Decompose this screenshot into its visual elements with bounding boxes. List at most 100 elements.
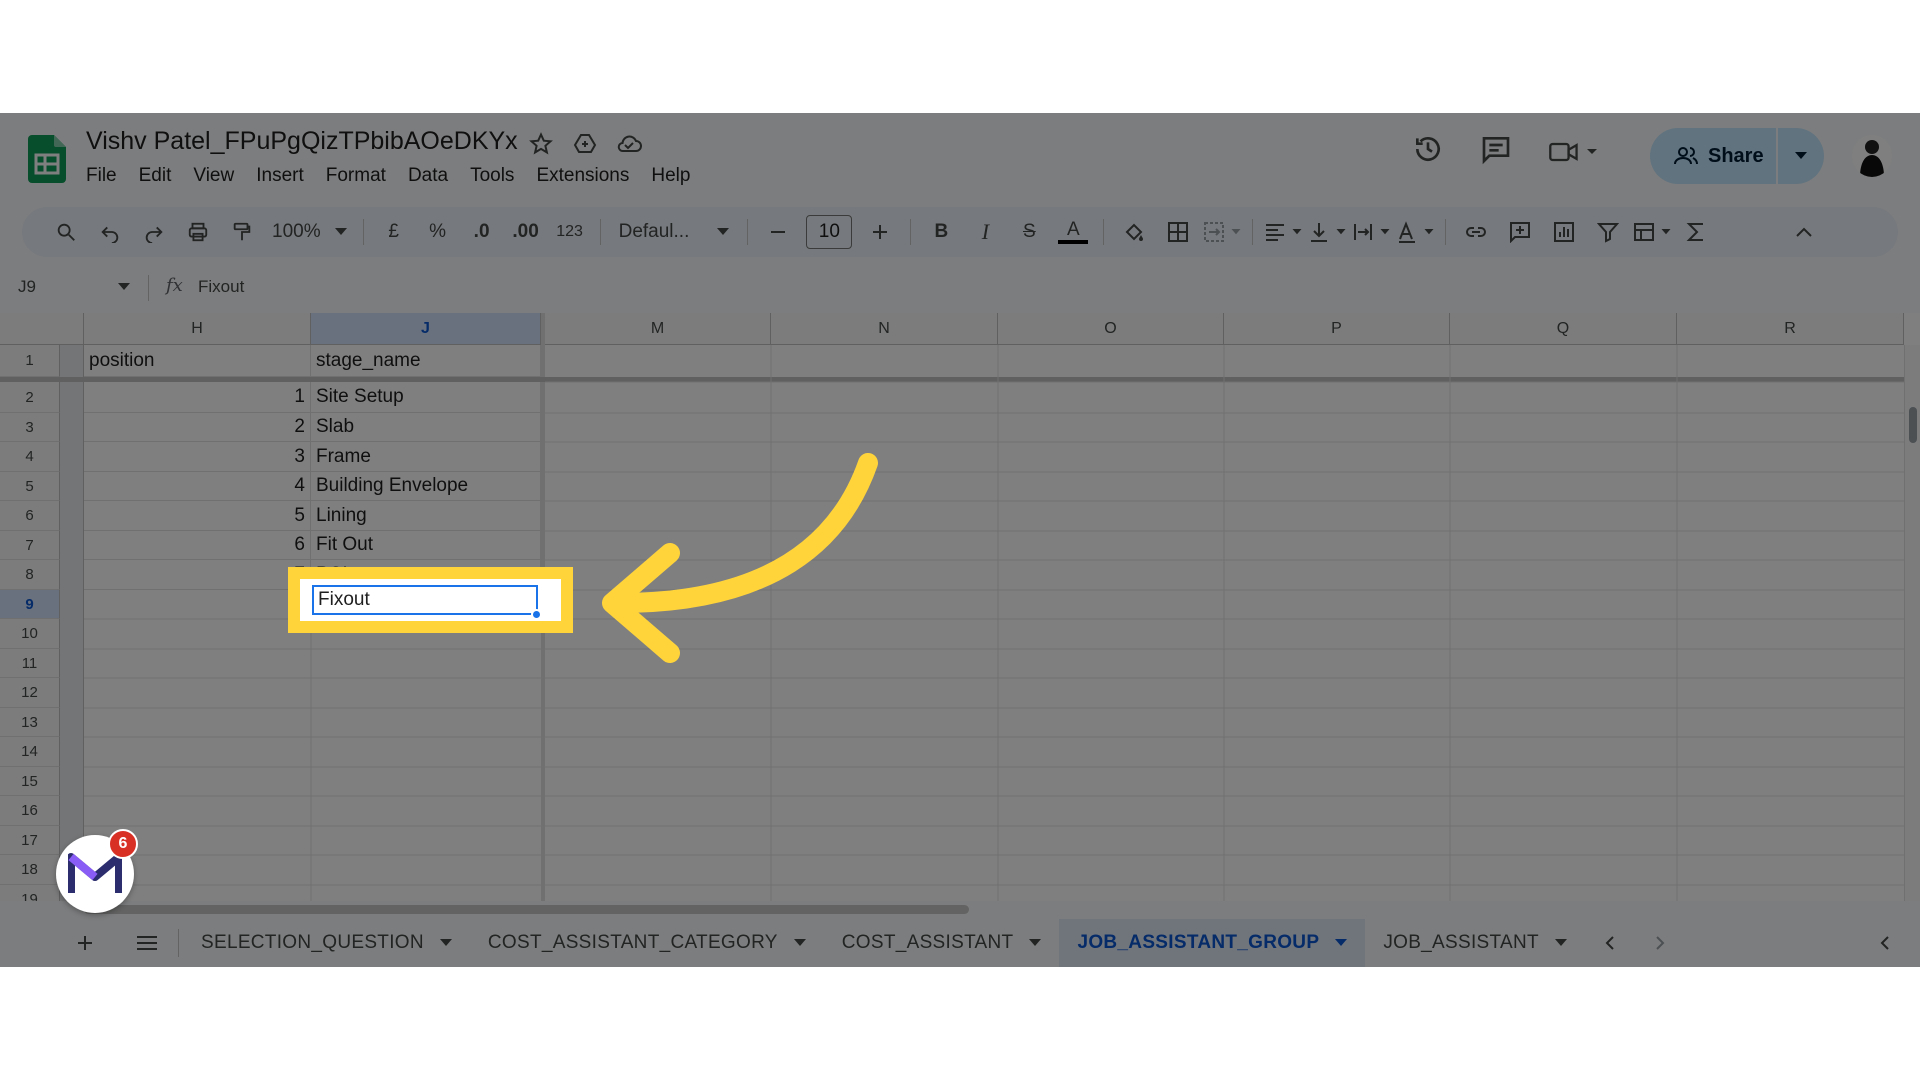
add-sheet-icon[interactable] (0, 919, 116, 967)
tab-selection-question[interactable]: SELECTION_QUESTION (183, 919, 470, 967)
sheets-logo-icon[interactable] (28, 135, 66, 183)
row-header-16[interactable]: 16 (0, 796, 60, 826)
row-header-12[interactable]: 12 (0, 678, 60, 708)
cell-h4[interactable]: 3 (84, 442, 311, 472)
menu-data[interactable]: Data (408, 165, 448, 187)
cell-j1[interactable]: stage_name (311, 345, 541, 377)
font-select[interactable]: Defaul... (609, 212, 740, 252)
strikethrough-button[interactable]: S (1007, 212, 1051, 252)
scroll-tabs-right-icon[interactable] (1635, 919, 1685, 967)
row-header-18[interactable]: 18 (0, 855, 60, 885)
cell-h3[interactable]: 2 (84, 413, 311, 442)
star-icon[interactable] (528, 131, 554, 157)
row-header-6[interactable]: 6 (0, 501, 60, 531)
fill-color-icon[interactable] (1112, 212, 1156, 252)
cell-j6[interactable]: Lining (311, 501, 541, 531)
column-header-n[interactable]: N (771, 313, 998, 345)
scroll-tabs-left-icon[interactable] (1585, 919, 1635, 967)
menu-format[interactable]: Format (326, 165, 386, 187)
row-header-8[interactable]: 8 (0, 560, 60, 590)
row-header-9[interactable]: 9 (0, 590, 60, 619)
row-header-19[interactable]: 19 (0, 885, 60, 901)
document-title[interactable]: Vishv Patel_FPuPgQizTPbibAOeDKYx (86, 127, 518, 156)
text-rotation-icon[interactable] (1393, 212, 1437, 252)
cell-j7[interactable]: Fit Out (311, 531, 541, 560)
horizontal-align-icon[interactable] (1261, 212, 1305, 252)
frozen-column-gutter[interactable] (60, 313, 84, 901)
fill-handle[interactable] (531, 609, 542, 620)
menu-tools[interactable]: Tools (470, 165, 514, 187)
column-header-j[interactable]: J (311, 313, 541, 345)
insert-chart-icon[interactable] (1542, 212, 1586, 252)
row-header-10[interactable]: 10 (0, 619, 60, 649)
text-color-button[interactable]: A (1051, 212, 1095, 252)
move-to-drive-icon[interactable] (572, 131, 598, 157)
row-header-13[interactable]: 13 (0, 708, 60, 737)
menu-file[interactable]: File (86, 165, 117, 187)
comments-icon[interactable] (1480, 133, 1512, 170)
italic-button[interactable]: I (963, 212, 1007, 252)
active-cell-j9[interactable]: Fixout (312, 585, 538, 615)
column-header-r[interactable]: R (1677, 313, 1904, 345)
cell-j3[interactable]: Slab (311, 413, 541, 442)
formula-input[interactable]: Fixout (198, 277, 244, 297)
row-header-3[interactable]: 3 (0, 413, 60, 442)
tab-cost-assistant[interactable]: COST_ASSISTANT (824, 919, 1060, 967)
increase-font-size-icon[interactable] (858, 212, 902, 252)
column-header-m[interactable]: M (545, 313, 771, 345)
menu-help[interactable]: Help (651, 165, 690, 187)
decrease-decimal-button[interactable]: .0 (460, 212, 504, 252)
share-dropdown[interactable] (1778, 152, 1824, 160)
version-history-icon[interactable] (1412, 133, 1444, 170)
menu-extensions[interactable]: Extensions (536, 165, 629, 187)
cell-h8[interactable]: 7 (84, 560, 311, 590)
cell-h5[interactable]: 4 (84, 472, 311, 501)
horizontal-scrollbar[interactable] (84, 903, 1904, 917)
vertical-scrollbar[interactable] (1904, 345, 1920, 901)
bold-button[interactable]: B (919, 212, 963, 252)
filter-views-icon[interactable] (1630, 212, 1674, 252)
row-header-2[interactable]: 2 (0, 382, 60, 413)
more-formats-button[interactable]: 123 (548, 212, 592, 252)
name-box[interactable]: J9 (18, 277, 130, 297)
vertical-align-icon[interactable] (1305, 212, 1349, 252)
row-header-11[interactable]: 11 (0, 649, 60, 678)
cell-j4[interactable]: Frame (311, 442, 541, 472)
print-icon[interactable] (176, 212, 220, 252)
cloud-saved-icon[interactable] (616, 131, 642, 157)
vertical-scroll-thumb[interactable] (1909, 407, 1917, 443)
search-icon[interactable] (44, 212, 88, 252)
row-header-17[interactable]: 17 (0, 826, 60, 855)
avatar[interactable] (1852, 135, 1892, 177)
meet-icon[interactable] (1548, 138, 1598, 166)
tab-job-assistant-group[interactable]: JOB_ASSISTANT_GROUP (1059, 919, 1366, 967)
horizontal-scroll-thumb[interactable] (84, 905, 969, 914)
column-header-o[interactable]: O (998, 313, 1224, 345)
percent-format-button[interactable]: % (416, 212, 460, 252)
decrease-font-size-icon[interactable] (756, 212, 800, 252)
row-header-15[interactable]: 15 (0, 767, 60, 796)
corner-cell[interactable] (0, 313, 84, 345)
text-wrapping-icon[interactable] (1349, 212, 1393, 252)
tab-job-assistant[interactable]: JOB_ASSISTANT (1365, 919, 1585, 967)
cell-h6[interactable]: 5 (84, 501, 311, 531)
merge-cells-icon[interactable] (1200, 212, 1244, 252)
cell-j5[interactable]: Building Envelope (311, 472, 541, 501)
currency-format-button[interactable]: £ (372, 212, 416, 252)
redo-icon[interactable] (132, 212, 176, 252)
cell-h2[interactable]: 1 (84, 382, 311, 413)
menu-insert[interactable]: Insert (256, 165, 304, 187)
column-header-q[interactable]: Q (1450, 313, 1677, 345)
cell-h7[interactable]: 6 (84, 531, 311, 560)
column-header-h[interactable]: H (84, 313, 311, 345)
paint-format-icon[interactable] (220, 212, 264, 252)
filter-icon[interactable] (1586, 212, 1630, 252)
cell-h1[interactable]: position (84, 345, 311, 377)
font-size-input[interactable]: 10 (806, 215, 853, 249)
tab-cost-assistant-category[interactable]: COST_ASSISTANT_CATEGORY (470, 919, 824, 967)
insert-link-icon[interactable] (1454, 212, 1498, 252)
collapse-toolbar-icon[interactable] (1782, 212, 1826, 252)
undo-icon[interactable] (88, 212, 132, 252)
column-header-p[interactable]: P (1224, 313, 1450, 345)
cell-j2[interactable]: Site Setup (311, 382, 541, 413)
